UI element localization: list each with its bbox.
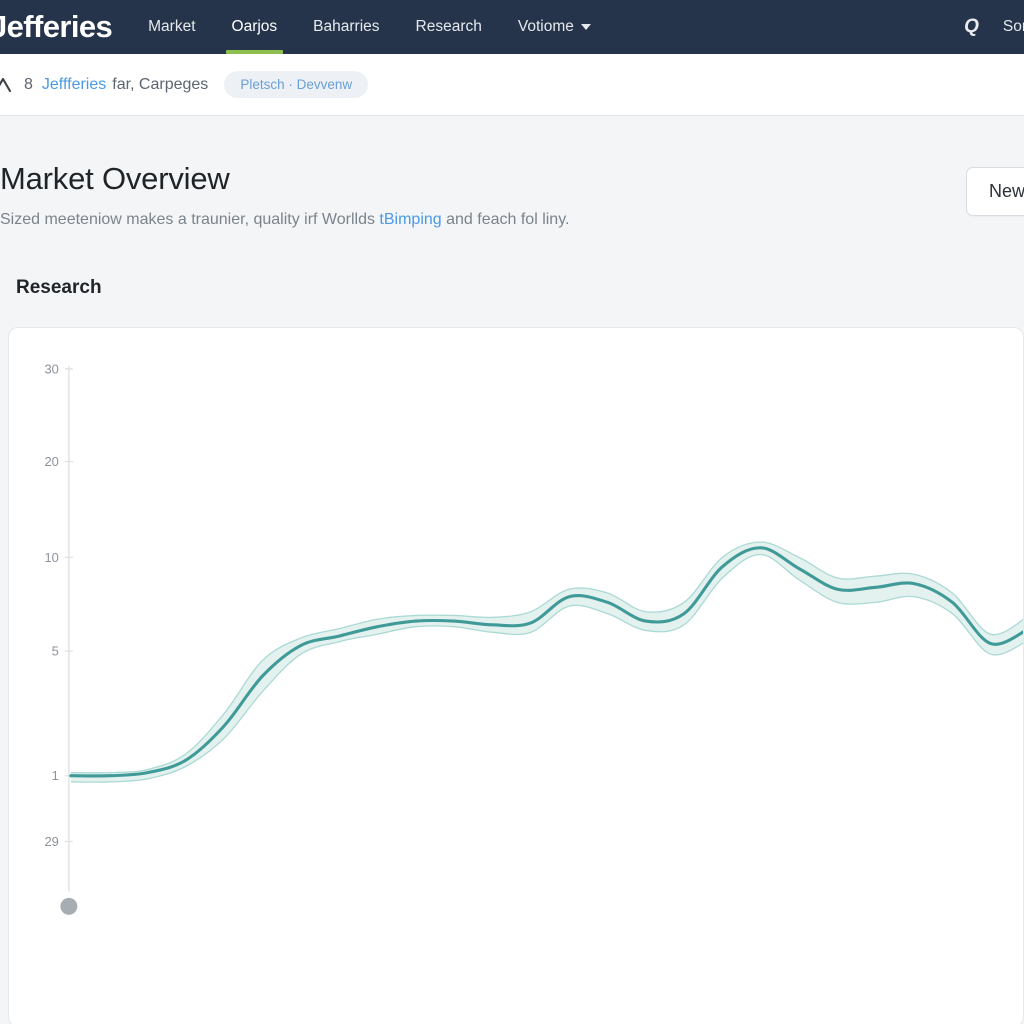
y-axis-tick-label: 1 [52,768,59,783]
search-icon[interactable]: Q [958,16,985,38]
page-header-row: Market Overview Sized meeteniow makes a … [0,116,1024,229]
nav-item-votiome-label: Votiome [517,18,574,35]
y-axis-tick-label: 30 [44,361,58,376]
caret-up-icon [0,74,14,96]
status-badge[interactable]: Pletsch · Devvenw [224,71,369,98]
y-axis-tick-label: 29 [44,834,58,849]
page-content: Market Overview Sized meeteniow makes a … [0,116,1024,1024]
nav-item-oarjos-label: Oarjos [231,18,278,35]
nav-item-market[interactable]: Market [130,0,213,54]
nav-right-cluster: Q Somne [958,0,1024,54]
page-subtitle-after: and feach fol liny. [441,211,570,228]
breadcrumb-text: far, Carpeges [112,75,209,93]
page-subtitle-link[interactable]: tBimping [379,211,441,228]
nav-item-research-label: Research [415,18,482,35]
page-header-text: Market Overview Sized meeteniow makes a … [0,161,966,229]
page-subtitle-before: Sized meeteniow makes a traunier, qualit… [0,211,380,228]
y-axis-tick-label: 10 [44,550,58,565]
chart-marker-dot[interactable] [60,897,78,915]
nav-item-baharries-label: Baharries [313,18,380,35]
line-chart[interactable]: 30 20 10 5 1 29 [9,328,1023,1024]
section-title-research: Research [16,277,102,298]
chart-card: 30 20 10 5 1 29 [8,327,1024,1024]
breadcrumb-link[interactable]: Jeffferies [42,76,106,94]
user-menu[interactable]: Somne [1003,18,1024,36]
y-axis-tick-label: 20 [44,454,58,469]
page-title: Market Overview [0,161,230,196]
new-flow-button[interactable]: New flew lo [965,167,1024,216]
nav-item-research[interactable]: Research [398,0,500,54]
breadcrumb-count: 8 [24,75,33,93]
nav-item-market-label: Market [148,18,196,35]
top-navigation-bar: Jefferies Market Oarjos Baharries Resear… [0,0,1024,54]
nav-item-votiome[interactable]: Votiome [500,0,609,54]
chevron-down-icon [580,24,591,30]
breadcrumb: 8 Jeffferies far, Carpeges Pletsch · Dev… [0,54,1024,116]
y-axis-tick-label: 5 [52,644,59,659]
page-subtitle: Sized meeteniow makes a traunier, qualit… [0,211,966,229]
brand-logo[interactable]: Jefferies [0,9,130,45]
nav-item-oarjos[interactable]: Oarjos [214,0,296,54]
confidence-band [70,542,1023,783]
nav-item-baharries[interactable]: Baharries [295,0,397,54]
primary-nav-links: Market Oarjos Baharries Research Votiome [130,0,609,54]
